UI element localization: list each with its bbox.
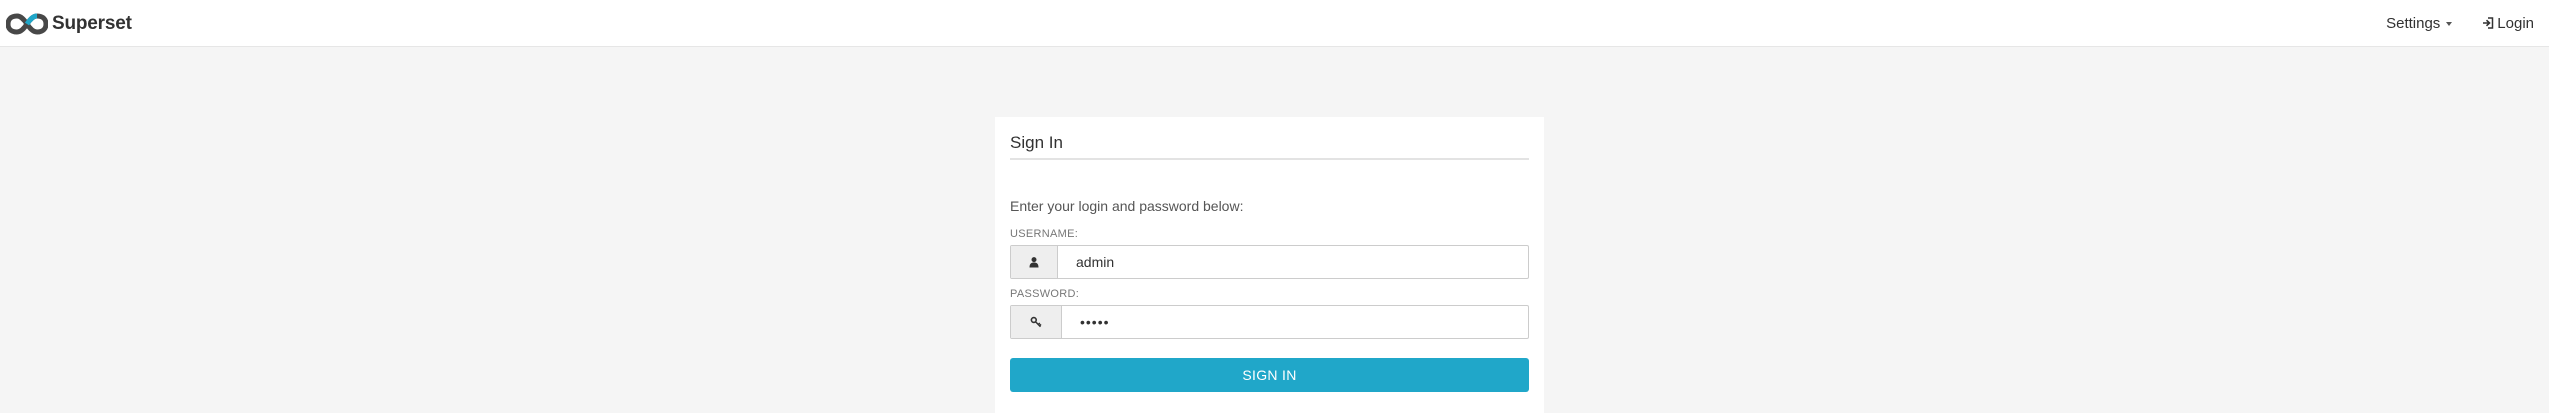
login-label: Login <box>2497 14 2534 32</box>
key-icon <box>1011 306 1062 338</box>
superset-logo-icon <box>6 13 48 35</box>
user-icon <box>1011 246 1058 278</box>
brand-link[interactable]: Superset <box>6 10 132 38</box>
login-link[interactable]: Login <box>2467 0 2539 46</box>
panel-title: Sign In <box>1010 133 1529 160</box>
settings-label: Settings <box>2386 14 2441 32</box>
navbar-right: Settings Login <box>2371 0 2539 46</box>
sign-in-icon <box>2483 17 2494 29</box>
brand-name: Superset <box>52 13 132 34</box>
username-input-group <box>1010 245 1529 279</box>
username-label: USERNAME: <box>1010 228 1079 240</box>
username-input[interactable] <box>1058 246 1528 278</box>
sign-in-button[interactable]: SIGN IN <box>1010 358 1529 392</box>
top-navbar: Superset Settings Login <box>0 0 2549 47</box>
password-label: PASSWORD: <box>1010 288 1080 300</box>
password-input-group: ••••• <box>1010 305 1529 339</box>
caret-down-icon <box>2446 21 2453 26</box>
signin-panel: Sign In Enter your login and password be… <box>995 117 1544 413</box>
password-input[interactable]: ••••• <box>1062 306 1528 338</box>
settings-dropdown[interactable]: Settings <box>2371 0 2467 46</box>
instruction-text: Enter your login and password below: <box>1010 198 1244 214</box>
